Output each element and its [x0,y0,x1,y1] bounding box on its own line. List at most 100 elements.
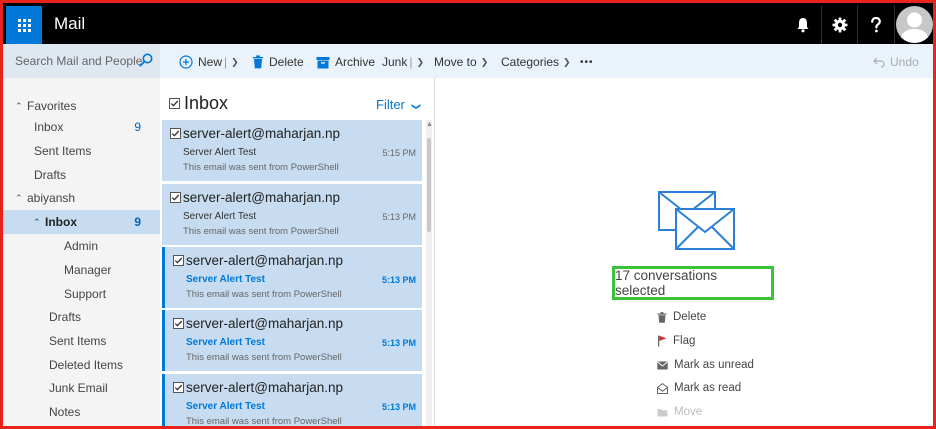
account-label: abiyansh [27,191,76,205]
message-subject: Server Alert Test [183,211,257,222]
folder-label: Drafts [34,168,67,182]
notifications-button[interactable] [785,6,821,44]
chevron-up-icon[interactable]: ⌃ [15,101,27,112]
favorite-item-drafts[interactable]: Drafts [3,164,160,186]
message-checkbox[interactable] [170,128,181,139]
folder-item-deleted-items[interactable]: Deleted Items [3,354,160,376]
unread-count: 9 [134,120,141,134]
archive-button[interactable]: Archive [316,52,375,72]
archive-label: Archive [335,55,376,69]
ellipsis-icon: ••• [580,56,594,68]
favorite-item-sent-items[interactable]: Sent Items [3,140,160,162]
folder-pane: ⌃ Favorites Inbox 9 Sent Items Drafts ⌃ … [3,78,160,426]
message-sender: server-alert@maharjan.np [183,126,341,141]
message-preview: This email was sent from PowerShell [183,162,339,173]
message-checkbox[interactable] [173,382,184,393]
delete-label: Delete [269,55,304,69]
folder-item-manager[interactable]: Manager [3,259,160,281]
trash-icon [253,55,263,69]
folder-item-inbox[interactable]: ⌃ Inbox 9 [3,210,160,234]
categories-label: Categories [501,55,560,69]
help-button[interactable] [858,6,894,44]
favorite-item-inbox[interactable]: Inbox 9 [3,116,160,138]
folder-label: Manager [64,263,112,277]
folder-label: Inbox [45,215,77,229]
chevron-down-icon[interactable]: ❯ [231,57,239,68]
settings-button[interactable] [822,6,858,44]
message-row[interactable]: server-alert@maharjan.np Server Alert Tes… [162,120,422,181]
split-divider: | [409,55,413,69]
message-row[interactable]: server-alert@maharjan.np Server Alert Tes… [162,310,422,371]
unread-count: 9 [134,215,141,229]
account-header[interactable]: ⌃ abiyansh [3,187,160,209]
junk-button[interactable]: Junk | ❯ [382,52,424,72]
scrollbar-thumb[interactable] [427,138,431,232]
app-launcher-button[interactable] [6,6,42,44]
folder-label: Drafts [49,310,82,324]
filter-label: Filter [376,97,405,112]
avatar[interactable] [896,6,933,43]
categories-button[interactable]: Categories ❯ [501,52,571,72]
folder-item-sent-items[interactable]: Sent Items [3,330,160,352]
message-checkbox[interactable] [173,255,184,266]
list-title: Inbox [184,93,229,113]
message-row[interactable]: server-alert@maharjan.np Server Alert Tes… [162,184,422,245]
junk-label: Junk [382,55,408,69]
search-icon[interactable] [139,53,153,67]
chevron-down-icon[interactable]: ❯ [416,57,424,68]
folder-item-support[interactable]: Support [3,283,160,305]
undo-button[interactable]: Undo [873,52,919,72]
message-sender: server-alert@maharjan.np [186,380,344,395]
action-mark-as-read[interactable]: Mark as read [657,378,741,398]
selection-count-text: 17 conversations selected [612,266,774,300]
archive-box-icon [316,56,330,68]
select-all-checkbox[interactable] [169,98,180,109]
filter-button[interactable]: Filter ❯ [376,97,421,112]
message-checkbox[interactable] [170,192,181,203]
folder-label: Junk Email [49,381,108,395]
reading-pane: 17 conversations selected Delete Flag Mark… [436,78,933,426]
message-time: 5:15 PM [382,148,416,158]
message-time: 5:13 PM [381,275,416,285]
search-input[interactable]: Search Mail and People [15,54,142,68]
folder-label: Sent Items [34,144,92,158]
message-row[interactable]: server-alert@maharjan.np Server Alert Tes… [162,374,422,426]
folder-label: Inbox [34,120,64,134]
action-move: Move [657,402,702,422]
chevron-up-icon[interactable]: ⌃ [15,193,27,204]
chevron-down-icon: ❯ [410,102,421,111]
chevron-up-icon[interactable]: ⌃ [33,217,45,228]
message-row[interactable]: server-alert@maharjan.np Server Alert Tes… [162,247,422,308]
new-button[interactable]: New | ❯ [179,52,239,72]
closed-envelope-icon [657,361,668,369]
list-header: Inbox Filter ❯ [160,92,422,118]
folder-item-junk-email[interactable]: Junk Email [3,377,160,399]
search-box[interactable]: Search Mail and People [3,44,160,78]
delete-button[interactable]: Delete [252,52,304,72]
action-delete[interactable]: Delete [657,307,706,327]
move-to-label: Move to [434,55,477,69]
favorites-header[interactable]: ⌃ Favorites [3,95,160,117]
action-flag[interactable]: Flag [657,331,695,351]
bell-icon [797,18,809,33]
folder-item-notes[interactable]: Notes [3,401,160,423]
message-checkbox[interactable] [173,318,184,329]
person-silhouette-icon [900,12,929,43]
open-envelope-icon [657,382,668,394]
folder-item-admin[interactable]: Admin [3,235,160,257]
scroll-up-arrow-icon[interactable]: ▲ [426,121,433,128]
message-preview: This email was sent from PowerShell [186,352,342,363]
message-time: 5:13 PM [381,338,416,348]
folder-item-drafts[interactable]: Drafts [3,306,160,328]
more-actions-button[interactable]: ••• [580,52,594,72]
action-label: Move [674,406,703,418]
list-scrollbar[interactable] [426,120,432,426]
chevron-down-icon: ❯ [480,56,489,67]
app-frame: Mail Search Mail and People New | ❯ Dele… [0,0,936,429]
move-to-button[interactable]: Move to ❯ [434,52,488,72]
message-time: 5:13 PM [381,402,416,412]
folder-icon [657,408,668,416]
favorites-label: Favorites [27,99,77,113]
message-subject: Server Alert Test [186,337,265,348]
action-mark-as-unread[interactable]: Mark as unread [657,355,754,375]
